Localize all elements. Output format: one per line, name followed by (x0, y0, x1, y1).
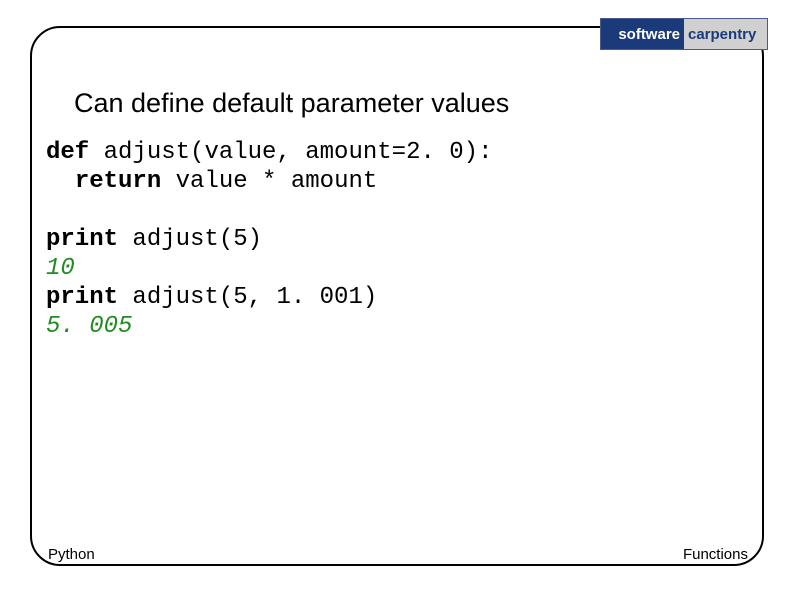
footer-left: Python (48, 546, 95, 563)
code-text: value * amount (161, 168, 377, 195)
code-text: adjust(5) (118, 226, 262, 253)
keyword-def: def (46, 139, 89, 166)
output-text: 5. 005 (46, 313, 132, 340)
logo-left-text: software (601, 26, 684, 43)
keyword-print: print (46, 284, 118, 311)
logo: software carpentry (600, 18, 768, 50)
code-block: def adjust(value, amount=2. 0): return v… (46, 138, 492, 341)
code-indent (46, 168, 75, 195)
footer-right: Functions (683, 546, 748, 563)
code-text: adjust(value, amount=2. 0): (89, 139, 492, 166)
logo-right-text: carpentry (684, 26, 767, 43)
code-text: adjust(5, 1. 001) (118, 284, 377, 311)
keyword-return: return (75, 168, 161, 195)
keyword-print: print (46, 226, 118, 253)
output-text: 10 (46, 255, 75, 282)
slide-title: Can define default parameter values (74, 88, 509, 119)
